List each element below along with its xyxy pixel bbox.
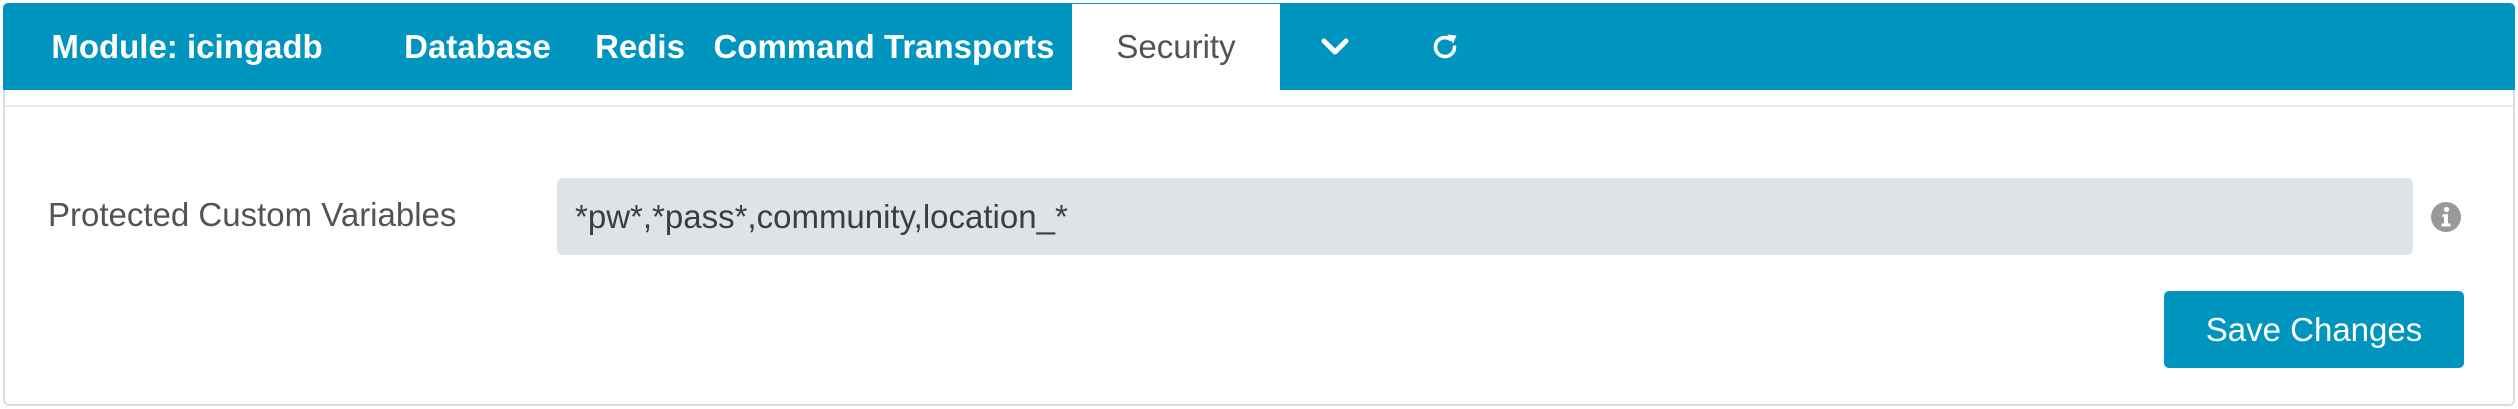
tab-command-transports[interactable]: Command Transports bbox=[696, 3, 1072, 90]
refresh-button[interactable] bbox=[1390, 3, 1500, 90]
tab-database-label: Database bbox=[404, 27, 551, 65]
tab-redis[interactable]: Redis bbox=[584, 3, 696, 90]
info-icon[interactable] bbox=[2430, 201, 2462, 233]
save-changes-button[interactable]: Save Changes bbox=[2164, 291, 2464, 368]
protected-custom-variables-label: Protected Custom Variables bbox=[48, 196, 457, 233]
chevron-down-icon bbox=[1321, 38, 1349, 54]
refresh-icon bbox=[1433, 34, 1457, 58]
tab-divider bbox=[5, 105, 2513, 107]
tab-module-icingadb[interactable]: Module: icingadb bbox=[3, 3, 371, 90]
tab-security[interactable]: Security bbox=[1072, 4, 1280, 90]
more-tabs-dropdown[interactable] bbox=[1280, 3, 1390, 90]
tab-module-label: Module: icingadb bbox=[51, 27, 323, 65]
tab-redis-label: Redis bbox=[595, 27, 685, 65]
tab-bar: Module: icingadb Database Redis Command … bbox=[3, 3, 2515, 90]
tab-security-label: Security bbox=[1116, 28, 1236, 65]
tab-command-transports-label: Command Transports bbox=[713, 27, 1055, 65]
tab-database[interactable]: Database bbox=[371, 3, 584, 90]
protected-custom-variables-input[interactable] bbox=[557, 178, 2413, 255]
